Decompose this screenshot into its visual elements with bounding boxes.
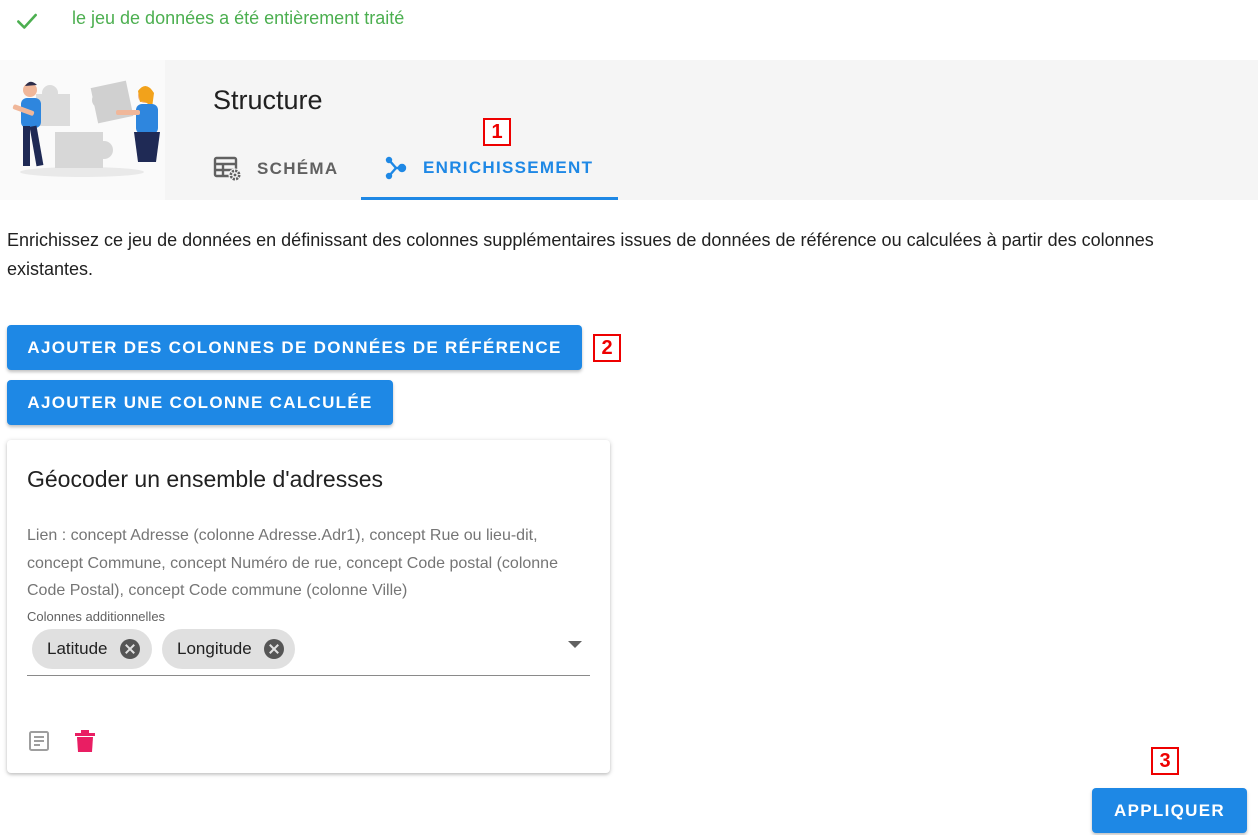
trash-icon[interactable] — [74, 729, 96, 753]
tab-enrichment[interactable]: Enrichissement — [361, 138, 618, 200]
chip-longitude[interactable]: Longitude — [162, 629, 295, 669]
status-message: le jeu de données a été entièrement trai… — [72, 8, 405, 28]
chip-label: Longitude — [177, 639, 252, 658]
add-computed-column-button[interactable]: Ajouter une colonne calculée — [7, 380, 393, 425]
chip-label: Latitude — [47, 639, 108, 658]
status-bar: le jeu de données a été entièrement trai… — [0, 0, 1260, 42]
page-title: Structure — [213, 85, 323, 115]
extension-card: Géocoder un ensemble d'adresses Lien : c… — [7, 440, 610, 773]
close-icon[interactable] — [119, 639, 140, 659]
tab-enrichment-label: Enrichissement — [423, 157, 594, 177]
annotation-marker-1: 1 — [483, 118, 511, 146]
additional-columns-label: Colonnes additionnelles — [27, 609, 166, 624]
select-underline — [27, 675, 590, 676]
puzzle-illustration — [0, 60, 165, 200]
apply-button[interactable]: Appliquer — [1092, 788, 1247, 833]
tab-schema[interactable]: Schéma — [195, 138, 361, 200]
page-header: Structure Schéma Enrichissement — [0, 60, 1258, 200]
card-description: Lien : concept Adresse (colonne Adresse.… — [27, 527, 558, 599]
table-settings-icon — [213, 156, 242, 182]
card-title: Géocoder un ensemble d'adresses — [27, 466, 383, 492]
document-icon[interactable] — [27, 729, 51, 753]
annotation-marker-2: 2 — [593, 334, 621, 362]
graph-connect-icon — [385, 156, 407, 179]
tab-schema-label: Schéma — [257, 159, 339, 178]
check-icon — [17, 13, 37, 29]
annotation-marker-3: 3 — [1151, 747, 1179, 775]
intro-text: Enrichissez ce jeu de données en définis… — [7, 230, 1154, 279]
close-icon[interactable] — [263, 639, 284, 659]
chip-latitude[interactable]: Latitude — [32, 629, 152, 669]
add-reference-columns-button[interactable]: Ajouter des colonnes de données de référ… — [7, 325, 582, 370]
chevron-down-icon[interactable] — [568, 641, 582, 648]
